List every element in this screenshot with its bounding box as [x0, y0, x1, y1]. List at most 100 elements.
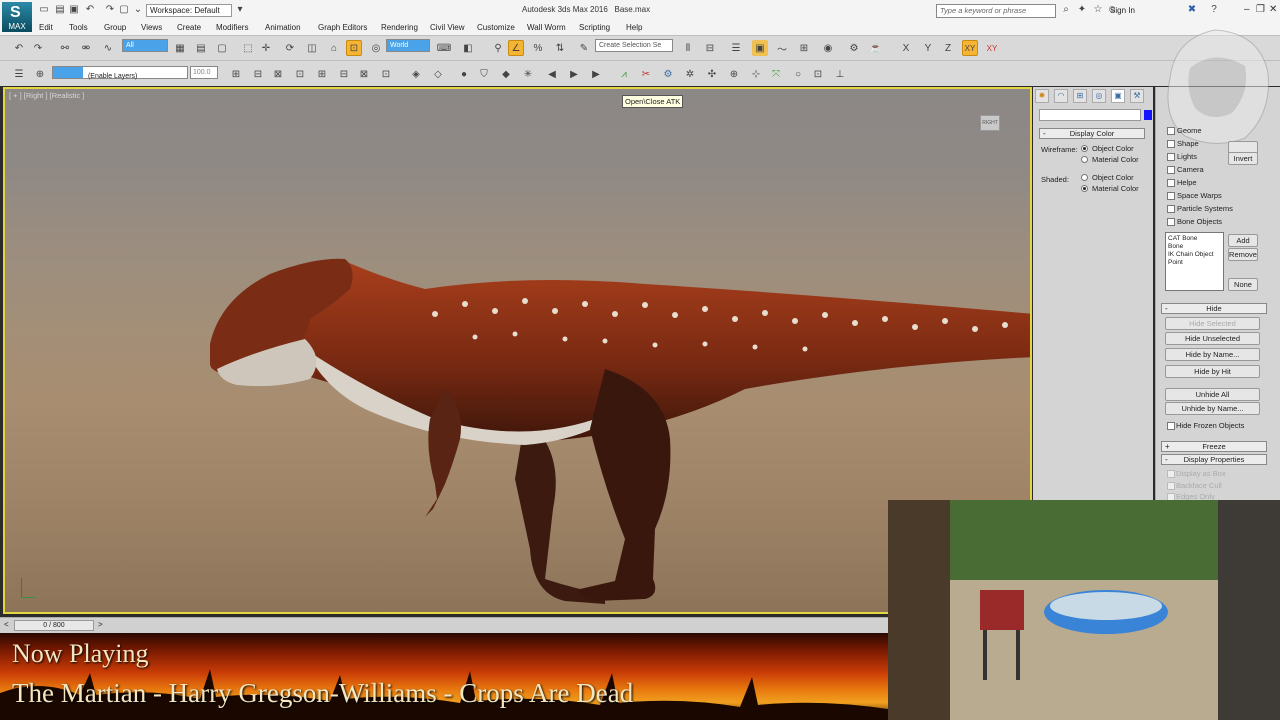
selection-filter-dropdown[interactable]: All — [122, 39, 168, 52]
object-name-field[interactable] — [1039, 109, 1141, 121]
hide-rollout[interactable]: - Hide — [1161, 303, 1267, 314]
redo-icon[interactable]: ↷ — [104, 4, 116, 16]
undo-icon[interactable]: ↶ — [11, 40, 27, 56]
hierarchy-tab-icon[interactable]: ⊞ — [1073, 89, 1087, 103]
menu-create[interactable]: Create — [177, 23, 201, 32]
time-next-icon[interactable]: > — [98, 620, 103, 629]
star-icon[interactable]: ☆ — [1092, 4, 1104, 16]
menu-tools[interactable]: Tools — [69, 23, 88, 32]
open-file-icon[interactable]: ▤ — [54, 4, 66, 16]
container-open-icon[interactable]: ◇ — [430, 66, 446, 82]
list-item[interactable]: CAT Bone — [1168, 235, 1221, 243]
hide-space-warps-checkbox[interactable] — [1167, 192, 1175, 200]
hide-selected-button[interactable]: Hide Selected — [1165, 317, 1260, 330]
pin-icon[interactable]: ⊥ — [832, 66, 848, 82]
remove-button[interactable]: Remove — [1228, 248, 1258, 261]
hide-frozen-objects-checkbox[interactable] — [1167, 422, 1175, 430]
layer-tool-icon[interactable]: ⊞ — [314, 66, 330, 82]
container-icon[interactable]: ◈ — [408, 66, 424, 82]
sign-in-link[interactable]: Sign In — [1110, 6, 1135, 15]
circle-icon[interactable]: ○ — [790, 66, 806, 82]
keyboard-shortcut-icon[interactable]: ⌨ — [436, 40, 452, 56]
binoculars-icon[interactable]: ⌕ — [1060, 4, 1072, 16]
layer-tool-icon[interactable]: ⊡ — [378, 66, 394, 82]
play-back-icon[interactable]: ◀ — [544, 66, 560, 82]
shaded-material-color-radio[interactable] — [1081, 185, 1088, 192]
app-menu-button[interactable]: S MAX — [2, 2, 32, 32]
gear-icon[interactable]: ⚙ — [660, 66, 676, 82]
dropdown-icon[interactable]: ⌄ — [132, 4, 144, 16]
menu-edit[interactable]: Edit — [39, 23, 53, 32]
ik-chain-icon[interactable]: ⤧ — [768, 66, 784, 82]
add-button[interactable]: Add — [1228, 234, 1258, 247]
menu-civil-view[interactable]: Civil View — [430, 23, 465, 32]
axis-z-button[interactable]: Z — [940, 40, 956, 56]
layer-tool-icon[interactable]: ⊠ — [270, 66, 286, 82]
schematic-view-icon[interactable]: ⊞ — [796, 40, 812, 56]
timeline[interactable]: < 0 / 800 > — [0, 617, 888, 633]
unhide-all-button[interactable]: Unhide All — [1165, 388, 1260, 401]
hide-helpers-checkbox[interactable] — [1167, 179, 1175, 187]
layer-manager-icon[interactable]: ☰ — [11, 66, 27, 82]
project-folder-icon[interactable]: ▢ — [118, 4, 130, 16]
category-listbox[interactable]: CAT Bone Bone IK Chain Object Point — [1165, 232, 1224, 291]
play-forward-icon[interactable]: ▶ — [588, 66, 604, 82]
spinner-snap-icon[interactable]: ⇅ — [552, 40, 568, 56]
chevron-down-icon[interactable]: ▾ — [234, 4, 246, 16]
percent-snap-icon[interactable]: % — [530, 40, 546, 56]
backface-cull-checkbox[interactable] — [1167, 482, 1175, 490]
menu-views[interactable]: Views — [141, 23, 162, 32]
search-input[interactable]: Type a keyword or phrase — [936, 4, 1056, 18]
hide-by-hit-button[interactable]: Hide by Hit — [1165, 365, 1260, 378]
hide-by-name-button[interactable]: Hide by Name... — [1165, 348, 1260, 361]
angle-snap-icon[interactable]: ∠ — [508, 40, 524, 56]
menu-modifiers[interactable]: Modifiers — [216, 23, 248, 32]
menu-help[interactable]: Help — [626, 23, 642, 32]
hide-lights-checkbox[interactable] — [1167, 153, 1175, 161]
render-icon[interactable]: ☕ — [868, 40, 884, 56]
render-setup-icon[interactable]: ⚙ — [846, 40, 862, 56]
time-slider[interactable]: 0 / 800 — [14, 620, 94, 631]
layer-tool-icon[interactable]: ⊞ — [228, 66, 244, 82]
menu-customize[interactable]: Customize — [477, 23, 515, 32]
layer-tool-icon[interactable]: ⊡ — [292, 66, 308, 82]
hide-shapes-checkbox[interactable] — [1167, 140, 1175, 148]
axis-xy-cycle-button[interactable]: XY — [984, 40, 1000, 56]
select-by-name-icon[interactable]: ▤ — [193, 40, 209, 56]
time-prev-icon[interactable]: < — [4, 620, 9, 629]
bone-icon[interactable]: ⊹ — [748, 66, 764, 82]
menu-animation[interactable]: Animation — [265, 23, 301, 32]
select-scale-icon[interactable]: ◫ — [304, 40, 320, 56]
rectangular-selection-icon[interactable]: ▢ — [214, 40, 230, 56]
rig-icon[interactable]: ✲ — [682, 66, 698, 82]
unlink-icon[interactable]: ⚮ — [78, 40, 94, 56]
material-editor-icon[interactable]: ◉ — [820, 40, 836, 56]
axis-y-button[interactable]: Y — [920, 40, 936, 56]
layer-tool-icon[interactable]: ⊟ — [250, 66, 266, 82]
magnet-icon[interactable]: ⊕ — [726, 66, 742, 82]
exchange-icon[interactable]: ✖ — [1186, 4, 1198, 16]
layer-explorer-icon[interactable]: ☰ — [728, 40, 744, 56]
hide-geometry-checkbox[interactable] — [1167, 127, 1175, 135]
particle-icon[interactable]: ✳ — [520, 66, 536, 82]
close-icon[interactable]: ✕ — [1269, 4, 1277, 15]
motion-tab-icon[interactable]: ◎ — [1092, 89, 1106, 103]
shaded-object-color-radio[interactable] — [1081, 174, 1088, 181]
menu-scripting[interactable]: Scripting — [579, 23, 610, 32]
undo-icon[interactable]: ↶ — [84, 4, 96, 16]
invert-button[interactable]: Invert — [1228, 152, 1258, 165]
select-object-icon[interactable]: ▦ — [172, 40, 188, 56]
hide-cameras-checkbox[interactable] — [1167, 166, 1175, 174]
minimize-icon[interactable]: – — [1244, 4, 1250, 15]
atk-icon[interactable]: ⩘ — [616, 66, 632, 82]
menu-wall-worm[interactable]: Wall Worm — [527, 23, 566, 32]
workspace-dropdown[interactable]: Workspace: Default — [146, 4, 232, 17]
none-button[interactable]: None — [1228, 278, 1258, 291]
viewport-label[interactable]: [ + ] [Right ] [Realistic ] — [9, 91, 84, 100]
create-tab-icon[interactable]: ✹ — [1035, 89, 1049, 103]
freeze-rollout[interactable]: + Freeze — [1161, 441, 1267, 452]
viewport-right[interactable]: [ + ] [Right ] [Realistic ] RIGHT — [3, 87, 1032, 614]
modify-tab-icon[interactable]: ◠ — [1054, 89, 1068, 103]
wireframe-object-color-radio[interactable] — [1081, 145, 1088, 152]
axis-xy-button[interactable]: XY — [962, 40, 978, 56]
